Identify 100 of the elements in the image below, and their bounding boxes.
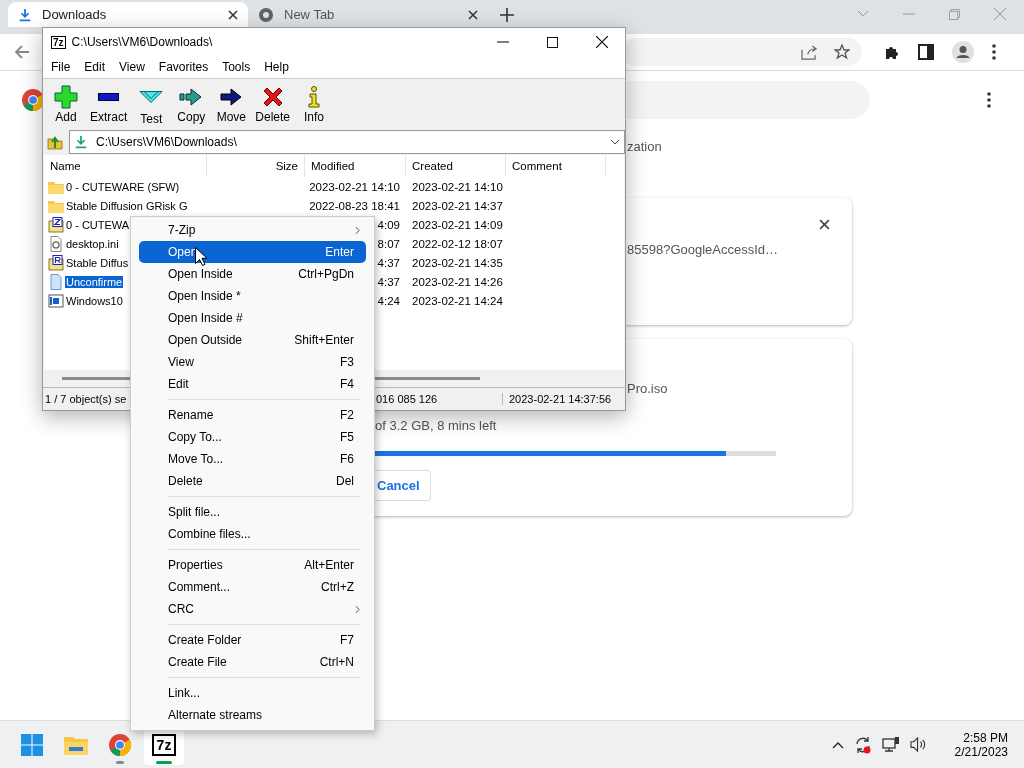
folder-icon: [64, 734, 88, 755]
menu-item[interactable]: Link...: [139, 682, 366, 704]
volume-icon[interactable]: [909, 737, 927, 752]
profile-icon[interactable]: [952, 41, 974, 63]
menu-item[interactable]: File: [51, 60, 71, 74]
network-icon[interactable]: [881, 736, 900, 753]
status-text: 016 085 126: [376, 393, 503, 405]
menu-item[interactable]: View F3: [139, 351, 366, 373]
menu-item[interactable]: Move To... F6: [139, 448, 366, 470]
status-text: 1 / 7 object(s) se: [44, 393, 128, 405]
archive-icon: [48, 216, 64, 233]
browser-tab[interactable]: Downloads: [8, 2, 248, 27]
toolbar-button[interactable]: Extract: [86, 82, 132, 126]
toolbar-button[interactable]: Delete: [251, 82, 295, 126]
table-cell-text: 2023-02-21 14:10: [411, 180, 504, 193]
file-icon: [48, 273, 64, 290]
menu-item[interactable]: Open Inside *: [139, 285, 366, 307]
file-name[interactable]: Stable Diffusion GRisk G: [65, 199, 189, 212]
menu-item[interactable]: View: [119, 60, 145, 74]
disc-image-icon: [48, 292, 64, 309]
menu-item[interactable]: 7-Zip: [139, 219, 366, 241]
menu-item[interactable]: CRC: [139, 598, 366, 620]
download-icon: [74, 135, 88, 149]
toolbar-button[interactable]: Copy: [171, 82, 212, 126]
menu-item[interactable]: Properties Alt+Enter: [139, 554, 366, 576]
column-header[interactable]: Name: [44, 155, 207, 177]
minus-icon: [98, 92, 120, 101]
back-icon[interactable]: [14, 44, 30, 60]
share-icon[interactable]: [801, 44, 818, 60]
star-icon[interactable]: [834, 44, 850, 60]
file-name[interactable]: Stable Diffus: [65, 256, 130, 269]
toolbar-button[interactable]: Add: [46, 82, 86, 126]
menu-item[interactable]: Edit: [84, 60, 106, 74]
app-logo: 7z: [51, 35, 66, 49]
menu-item[interactable]: Open Inside Ctrl+PgDn: [139, 263, 366, 285]
app-logo: 7z: [151, 733, 177, 756]
clock[interactable]: 2:58 PM 2/21/2023: [950, 728, 1012, 761]
search-field[interactable]: [627, 81, 870, 119]
toolbar-button[interactable]: Move: [211, 82, 252, 126]
menu-item[interactable]: Create Folder F7: [139, 629, 366, 651]
browser-tab[interactable]: New Tab: [248, 2, 488, 27]
menu-item[interactable]: Open Outside Shift+Enter: [139, 329, 366, 351]
folder-up-icon[interactable]: [47, 134, 63, 150]
column-header[interactable]: Comment: [506, 155, 606, 177]
cancel-button[interactable]: Cancel: [375, 470, 431, 501]
file-name[interactable]: 0 - CUTEWA: [65, 218, 131, 231]
progress-text: of 3.2 GB, 8 mins left: [375, 418, 498, 433]
file-name[interactable]: desktop.ini: [65, 237, 120, 250]
window-title: C:\Users\VM6\Downloads\: [71, 35, 213, 49]
close-icon[interactable]: [228, 9, 238, 20]
info-text: zation: [627, 139, 663, 154]
menu-item[interactable]: Tools: [222, 60, 251, 74]
column-header[interactable]: Modified: [305, 155, 406, 177]
table-cell-text: 2023-02-21 14:26: [411, 275, 504, 288]
path-field[interactable]: C:\Users\VM6\Downloads\: [69, 130, 625, 154]
menu-item[interactable]: Copy To... F5: [139, 426, 366, 448]
more-icon[interactable]: [987, 92, 991, 108]
file-name[interactable]: Unconfirme: [65, 275, 124, 288]
maximize-icon[interactable]: [547, 36, 558, 48]
gear-file-icon: [48, 235, 64, 252]
file-name[interactable]: Pro.iso: [627, 381, 852, 396]
menu-icon[interactable]: [992, 44, 996, 60]
download-url: 85598?GoogleAccessId…: [627, 242, 780, 257]
menu-item[interactable]: Edit F4: [139, 373, 366, 395]
menu-item[interactable]: Delete Del: [139, 470, 366, 492]
column-header[interactable]: Size: [207, 155, 305, 177]
table-cell-text: 2023-02-21 14:37: [411, 199, 504, 212]
sync-icon[interactable]: [853, 735, 872, 754]
dropdown-icon[interactable]: [610, 139, 620, 145]
chevron-up-icon[interactable]: [831, 740, 844, 749]
menu-item[interactable]: Combine files...: [139, 523, 366, 545]
menu-item[interactable]: Favorites: [158, 60, 209, 74]
column-header[interactable]: Created: [406, 155, 506, 177]
table-cell: 4:37: [377, 275, 400, 288]
menu-item[interactable]: Split file...: [139, 501, 366, 523]
menu-item[interactable]: Rename F2: [139, 404, 366, 426]
file-name[interactable]: Windows10: [65, 294, 124, 307]
puzzle-icon[interactable]: [884, 44, 900, 60]
cursor-icon: [195, 247, 207, 266]
windows-icon: [21, 733, 43, 756]
table-cell: 2023-02-21 14:10: [309, 180, 400, 193]
menu-item[interactable]: Comment... Ctrl+Z: [139, 576, 366, 598]
close-icon[interactable]: [468, 9, 478, 20]
table-cell-text: 2023-02-21 14:24: [411, 294, 504, 307]
archive-icon: [48, 254, 64, 271]
table-cell-text: 2023-02-21 14:35: [411, 256, 504, 269]
menu-item[interactable]: Create File Ctrl+N: [139, 651, 366, 673]
table-cell-text: 2023-02-21 14:09: [411, 218, 504, 231]
status-text: 2023-02-21 14:37:56: [508, 393, 613, 405]
close-icon[interactable]: [596, 36, 608, 48]
toolbar-button[interactable]: Info: [294, 82, 335, 126]
menu-item[interactable]: Help: [264, 60, 289, 74]
menu-item[interactable]: Open Inside #: [139, 307, 366, 329]
close-icon[interactable]: [819, 219, 830, 230]
new-tab-icon[interactable]: [500, 8, 514, 22]
toolbar-button[interactable]: Test: [131, 80, 172, 128]
menu-item[interactable]: Alternate streams: [139, 704, 366, 726]
file-name[interactable]: 0 - CUTEWARE (SFW): [65, 180, 181, 193]
side-panel-icon[interactable]: [918, 44, 934, 60]
table-cell: 4:37: [377, 256, 400, 269]
